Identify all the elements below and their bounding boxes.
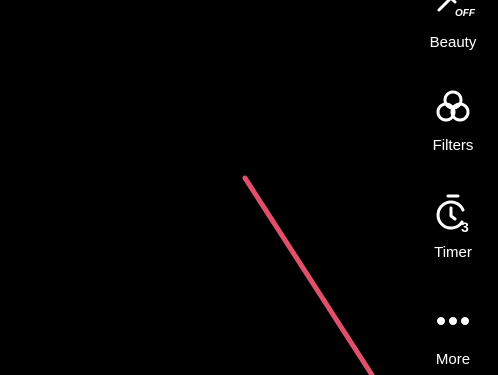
beauty-button[interactable]: OFF Beauty [408, 0, 498, 52]
beauty-label: Beauty [429, 34, 477, 51]
beauty-off-badge: OFF [455, 8, 476, 19]
camera-viewfinder: OFF Beauty Filters 3 Timer More [0, 0, 498, 375]
timer-value: 3 [461, 219, 469, 235]
timer-button[interactable]: 3 Timer [408, 190, 498, 262]
timer-3s-icon: 3 [436, 194, 469, 235]
more-dots-icon [437, 317, 469, 325]
filters-label: Filters [432, 137, 474, 154]
beauty-off-icon: OFF [437, 0, 476, 19]
timer-label: Timer [434, 244, 472, 261]
filters-icon [436, 90, 470, 122]
more-button[interactable]: More [408, 297, 498, 369]
filters-button[interactable]: Filters [408, 83, 498, 155]
more-label: More [435, 351, 471, 368]
